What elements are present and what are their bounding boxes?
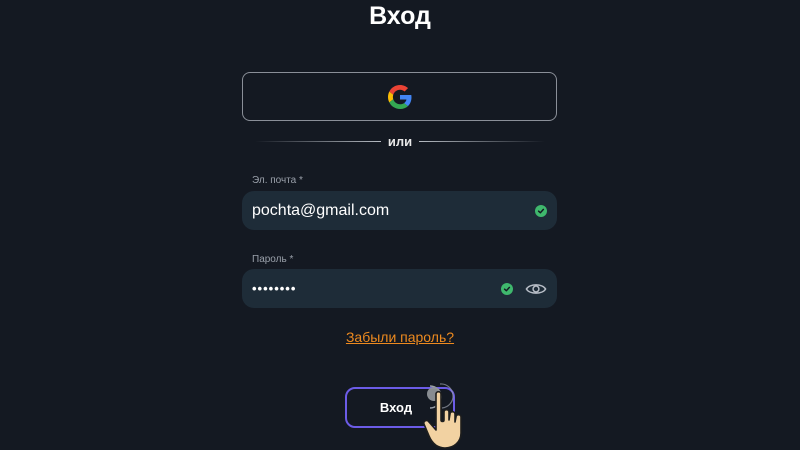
email-value[interactable]: pochta@gmail.com [252, 202, 535, 220]
pointer-hand-icon [423, 383, 462, 449]
page-title: Вход [369, 2, 431, 30]
or-divider: или [255, 133, 545, 149]
eye-icon[interactable] [525, 281, 547, 297]
login-button-label: Вход [379, 400, 413, 415]
divider-line-right [419, 140, 545, 142]
check-circle-icon [501, 282, 513, 295]
check-circle-icon [535, 204, 547, 217]
email-field[interactable]: pochta@gmail.com [242, 191, 557, 230]
login-page: Вход или Эл. почта * pochta@gmail.com Па… [0, 0, 800, 450]
divider-line-left [255, 140, 381, 142]
forgot-password-container: Забыли пароль? [0, 329, 800, 347]
email-label: Эл. почта * [252, 175, 303, 186]
forgot-password-link[interactable]: Забыли пароль? [346, 329, 454, 345]
divider-text: или [387, 133, 413, 149]
password-label: Пароль * [252, 254, 294, 265]
password-value[interactable]: •••••••• [252, 281, 501, 296]
password-field[interactable]: •••••••• [242, 269, 557, 308]
google-logo-icon [387, 84, 411, 109]
google-signin-button[interactable] [242, 72, 557, 121]
